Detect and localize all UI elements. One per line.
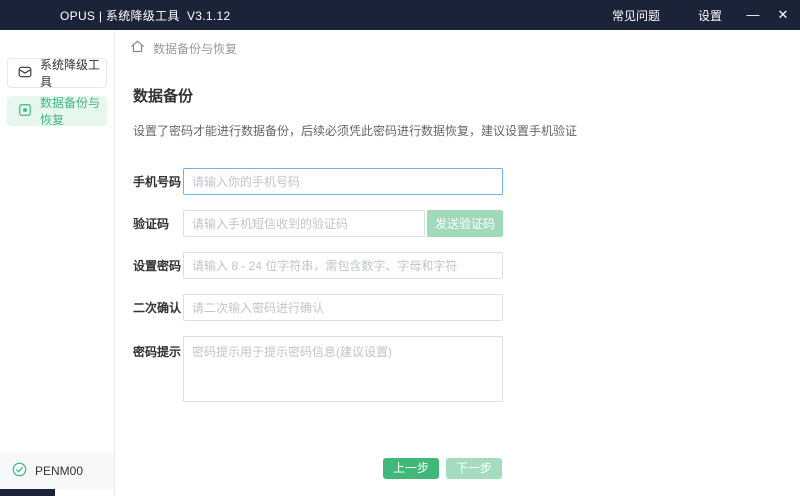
app-title: OPUS | 系统降级工具 V3.1.12 (60, 8, 231, 23)
backup-box-icon (18, 103, 32, 120)
envelope-icon (18, 65, 32, 82)
device-status: PENM00 (0, 452, 114, 489)
phone-label: 手机号码 (133, 175, 182, 189)
confirm-password-label: 二次确认 (133, 301, 182, 315)
set-password-label: 设置密码 (133, 259, 182, 273)
titlebar: OPUS | 系统降级工具 V3.1.12 常见问题 设置 — ✕ (0, 0, 800, 30)
close-button[interactable]: ✕ (768, 0, 798, 30)
confirm-password-input[interactable] (183, 294, 503, 321)
footer-actions: 上一步 下一步 (383, 458, 503, 479)
device-name: PENM00 (35, 463, 84, 478)
phone-input[interactable] (183, 168, 503, 195)
page-title: 数据备份 (133, 88, 194, 105)
next-step-button[interactable]: 下一步 (446, 458, 503, 479)
check-circle-icon (12, 462, 27, 480)
settings-button[interactable]: 设置 (698, 7, 722, 24)
app-body: 系统降级工具 数据备份与恢复 PENM00 数据备份与恢复 数据备份 设置了密码… (0, 30, 800, 496)
backup-form: 手机号码 验证码 发送验证码 设置密码 二次确认 密码提示 (133, 168, 503, 417)
faq-button[interactable]: 常见问题 (612, 7, 660, 24)
page-description: 设置了密码才能进行数据备份，后续必须凭此密码进行数据恢复，建议设置手机验证 (133, 124, 578, 138)
verification-code-input[interactable] (183, 210, 425, 237)
breadcrumb-label: 数据备份与恢复 (153, 41, 238, 56)
titlebar-actions: 常见问题 设置 — ✕ (612, 0, 800, 30)
corner-accent (0, 489, 55, 496)
sidebar: 系统降级工具 数据备份与恢复 PENM00 (0, 30, 115, 496)
breadcrumb: 数据备份与恢复 (130, 39, 237, 57)
sidebar-item-system-downgrade[interactable]: 系统降级工具 (7, 58, 107, 89)
verification-code-label: 验证码 (133, 217, 170, 231)
sidebar-item-label: 数据备份与恢复 (40, 96, 101, 127)
set-password-input[interactable] (183, 252, 503, 279)
set-password-row: 设置密码 (133, 252, 503, 279)
home-icon[interactable] (130, 39, 145, 57)
send-code-button[interactable]: 发送验证码 (427, 210, 503, 237)
verification-code-row: 验证码 发送验证码 (133, 210, 503, 237)
confirm-password-row: 二次确认 (133, 294, 503, 321)
phone-field-row: 手机号码 (133, 168, 503, 195)
password-hint-textarea[interactable] (183, 336, 503, 402)
sidebar-item-data-backup[interactable]: 数据备份与恢复 (7, 96, 107, 127)
minimize-button[interactable]: — (738, 0, 768, 30)
previous-step-button[interactable]: 上一步 (383, 458, 440, 479)
password-hint-row: 密码提示 (133, 336, 503, 402)
main-panel: 数据备份与恢复 数据备份 设置了密码才能进行数据备份，后续必须凭此密码进行数据恢… (115, 30, 800, 496)
app-window: OPUS | 系统降级工具 V3.1.12 常见问题 设置 — ✕ 系统降级工具 (0, 0, 800, 496)
password-hint-label: 密码提示 (133, 345, 182, 359)
sidebar-item-label: 系统降级工具 (40, 58, 101, 89)
